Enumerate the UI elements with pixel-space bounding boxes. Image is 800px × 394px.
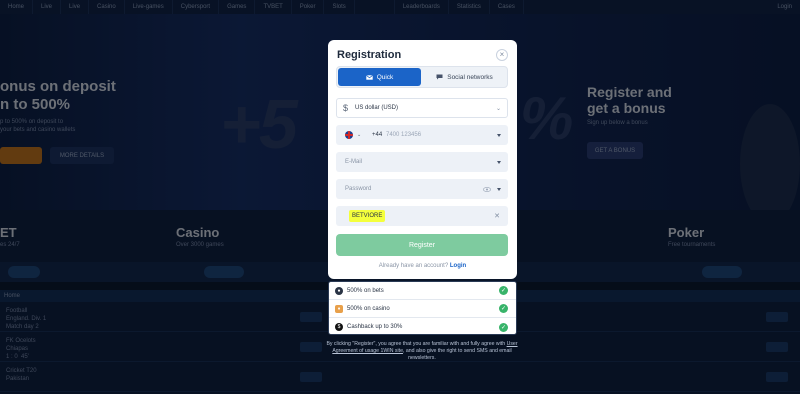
email-field[interactable]: E-Mail (336, 152, 508, 172)
bonus-label: 500% on bets (347, 287, 384, 294)
tab-social-label: Social networks (447, 73, 493, 81)
chat-icon (436, 74, 443, 80)
login-prompt: Already have an account? Login (328, 263, 517, 269)
terms-part-1: By clicking "Register", you agree that y… (326, 341, 507, 347)
password-placeholder: Password (345, 186, 372, 192)
soccer-ball-icon: ● (335, 286, 343, 295)
phone-field[interactable]: ⌄ +44 7400 123456 (336, 125, 508, 145)
cashback-icon: $ (335, 323, 343, 331)
dollar-icon: $ (343, 103, 349, 113)
check-icon: ✓ (499, 322, 508, 332)
bonus-item: ● 500% on bets ✓ (329, 282, 516, 300)
check-icon: ✓ (499, 286, 508, 295)
phone-country-code: +44 (372, 132, 383, 138)
chevron-down-icon: ⌄ (495, 105, 501, 112)
bonus-label: Cashback up to 30% (347, 324, 403, 330)
currency-select[interactable]: $ US dollar (USD) ⌄ (336, 98, 508, 118)
login-prompt-text: Already have an account? (378, 263, 449, 269)
registration-modal: Registration × Quick Social networks $ U… (328, 40, 517, 279)
modal-title: Registration (337, 49, 402, 61)
casino-icon: ♦ (335, 304, 343, 313)
register-button[interactable]: Register (336, 234, 508, 256)
tab-quick[interactable]: Quick (338, 68, 421, 86)
envelope-icon (365, 74, 373, 80)
close-icon: × (499, 50, 505, 59)
dropdown-arrow-icon (497, 160, 501, 164)
email-placeholder: E-Mail (345, 159, 363, 165)
uk-flag-icon[interactable] (345, 131, 353, 139)
registration-tabs: Quick Social networks (336, 66, 508, 88)
currency-value: US dollar (USD) (355, 105, 399, 111)
terms-part-2: , and also give the right to send SMS an… (402, 348, 512, 361)
promo-code-value: BETVIORE (349, 210, 386, 222)
bonus-label: 500% on casino (347, 305, 390, 312)
phone-input-placeholder[interactable]: 7400 123456 (386, 132, 421, 138)
dropdown-arrow-icon (497, 133, 501, 137)
country-chevron-icon[interactable]: ⌄ (357, 132, 361, 138)
eye-icon[interactable] (483, 186, 491, 192)
password-field[interactable]: Password (336, 179, 508, 199)
bonus-list: ● 500% on bets ✓ ♦ 500% on casino ✓ $ Ca… (328, 281, 517, 335)
dropdown-arrow-icon (497, 187, 501, 191)
check-icon: ✓ (499, 304, 508, 313)
close-button[interactable]: × (496, 49, 508, 61)
bonus-item: ♦ 500% on casino ✓ (329, 300, 516, 318)
bonus-item: $ Cashback up to 30% ✓ (329, 318, 516, 336)
terms-text: By clicking "Register", you agree that y… (322, 341, 522, 362)
login-link[interactable]: Login (450, 263, 466, 269)
tab-quick-label: Quick (376, 73, 394, 81)
tab-social-networks[interactable]: Social networks (423, 68, 506, 86)
promo-code-field[interactable]: BETVIORE ✕ (336, 206, 508, 226)
clear-icon[interactable]: ✕ (494, 212, 500, 220)
